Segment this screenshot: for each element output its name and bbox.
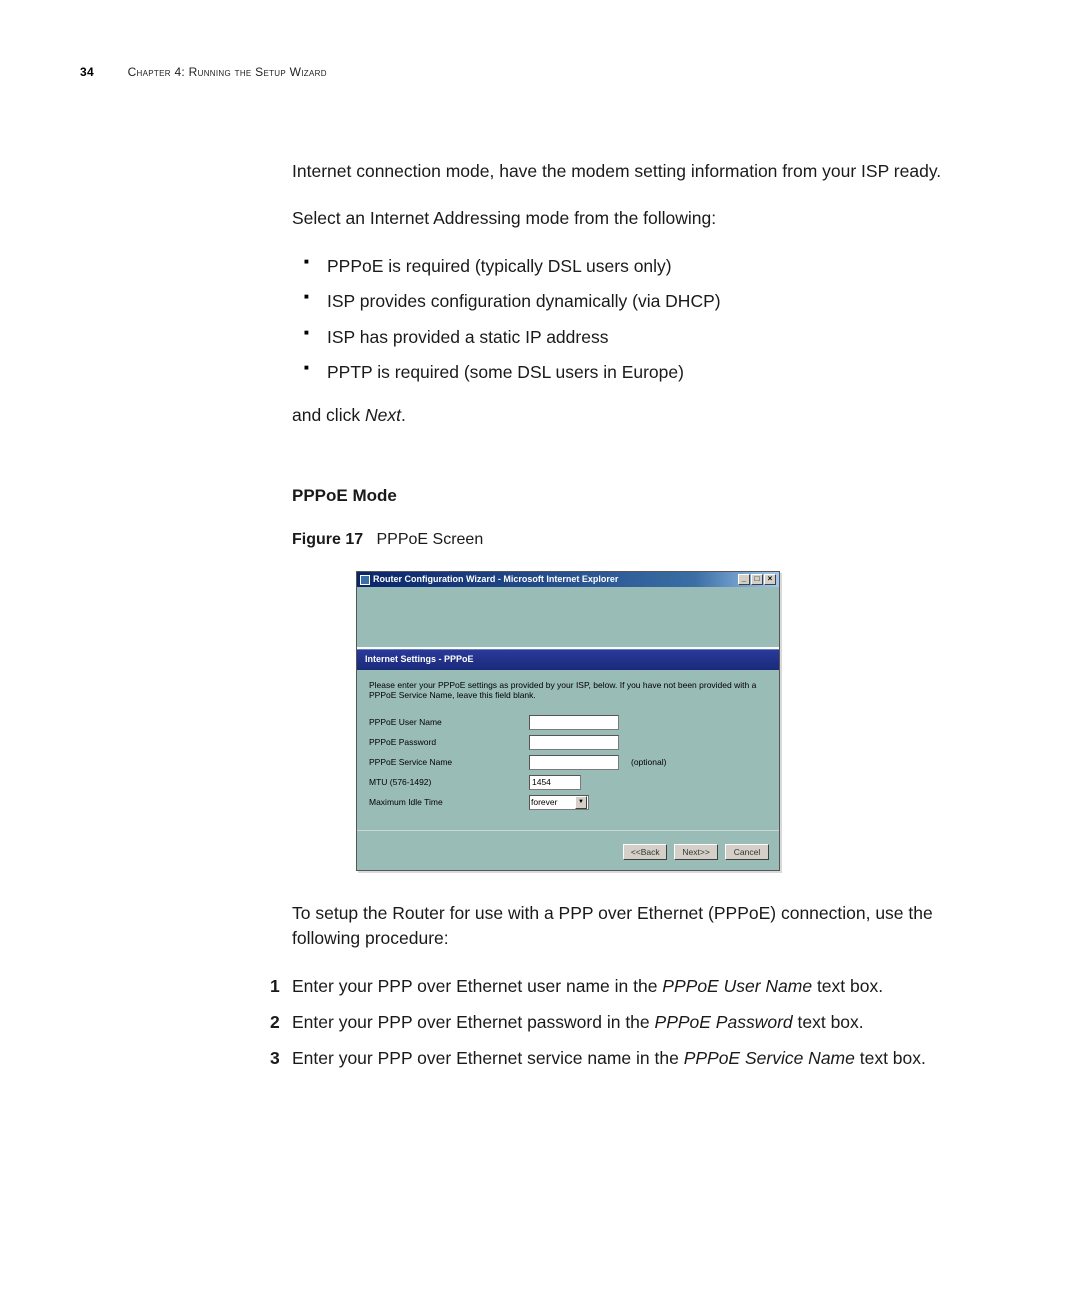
click-next-paragraph: and click Next. [292, 403, 982, 428]
pppoe-screenshot-window: Router Configuration Wizard - Microsoft … [356, 571, 780, 870]
list-item: ISP has provided a static IP address [292, 325, 982, 350]
back-button[interactable]: <<Back [623, 844, 667, 860]
text: text box. [793, 1012, 864, 1032]
close-button[interactable]: × [764, 574, 776, 585]
field-emphasis: PPPoE User Name [662, 976, 812, 996]
pppoe-servicename-label: PPPoE Service Name [369, 756, 529, 768]
field-emphasis: PPPoE Service Name [684, 1048, 855, 1068]
list-item: ISP provides configuration dynamically (… [292, 289, 982, 314]
text: Enter your PPP over Ethernet password in… [292, 1012, 655, 1032]
idle-time-value: forever [531, 796, 557, 808]
list-item: Enter your PPP over Ethernet password in… [292, 1010, 982, 1035]
next-button[interactable]: Next>> [674, 844, 718, 860]
idle-time-label: Maximum Idle Time [369, 796, 529, 808]
chevron-down-icon: ▼ [575, 796, 587, 809]
pppoe-servicename-input[interactable] [529, 755, 619, 770]
page-number: 34 [80, 65, 94, 79]
panel-title: Internet Settings - PPPoE [357, 649, 779, 669]
figure-caption: Figure 17 PPPoE Screen [292, 528, 982, 551]
ie-icon [360, 575, 370, 585]
pppoe-username-label: PPPoE User Name [369, 716, 529, 728]
idle-time-select[interactable]: forever ▼ [529, 795, 589, 810]
pppoe-username-input[interactable] [529, 715, 619, 730]
addressing-modes-list: PPPoE is required (typically DSL users o… [292, 254, 982, 386]
mtu-input[interactable] [529, 775, 581, 790]
text: text box. [812, 976, 883, 996]
window-titlebar: Router Configuration Wizard - Microsoft … [357, 572, 779, 587]
text: Enter your PPP over Ethernet user name i… [292, 976, 662, 996]
maximize-button[interactable]: □ [751, 574, 763, 585]
panel-description: Please enter your PPPoE settings as prov… [369, 680, 767, 701]
window-top-spacer [357, 587, 779, 649]
intro-paragraph-1: Internet connection mode, have the modem… [292, 159, 982, 184]
cancel-button[interactable]: Cancel [725, 844, 769, 860]
list-item: PPTP is required (some DSL users in Euro… [292, 360, 982, 385]
intro-paragraph-2: Select an Internet Addressing mode from … [292, 206, 982, 231]
pppoe-password-input[interactable] [529, 735, 619, 750]
pppoe-password-label: PPPoE Password [369, 736, 529, 748]
procedure-steps: Enter your PPP over Ethernet user name i… [292, 974, 982, 1072]
list-item: PPPoE is required (typically DSL users o… [292, 254, 982, 279]
text: and click [292, 405, 365, 425]
text: text box. [855, 1048, 926, 1068]
figure-label: Figure 17 [292, 531, 363, 548]
figure-title: PPPoE Screen [376, 531, 483, 548]
dialog-buttons: <<Back Next>> Cancel [357, 830, 779, 870]
procedure-intro: To setup the Router for use with a PPP o… [292, 901, 982, 952]
list-item: Enter your PPP over Ethernet service nam… [292, 1046, 982, 1071]
list-item: Enter your PPP over Ethernet user name i… [292, 974, 982, 999]
optional-note: (optional) [631, 756, 666, 768]
pppoe-mode-heading: PPPoE Mode [292, 484, 982, 509]
field-emphasis: PPPoE Password [655, 1012, 793, 1032]
minimize-button[interactable]: _ [738, 574, 750, 585]
mtu-label: MTU (576-1492) [369, 776, 529, 788]
text: . [401, 405, 406, 425]
chapter-label: Chapter 4: Running the Setup Wizard [128, 65, 327, 79]
window-title: Router Configuration Wizard - Microsoft … [373, 573, 618, 586]
page-header: 34 Chapter 4: Running the Setup Wizard [80, 65, 1000, 79]
text: Enter your PPP over Ethernet service nam… [292, 1048, 684, 1068]
next-emphasis: Next [365, 405, 401, 425]
